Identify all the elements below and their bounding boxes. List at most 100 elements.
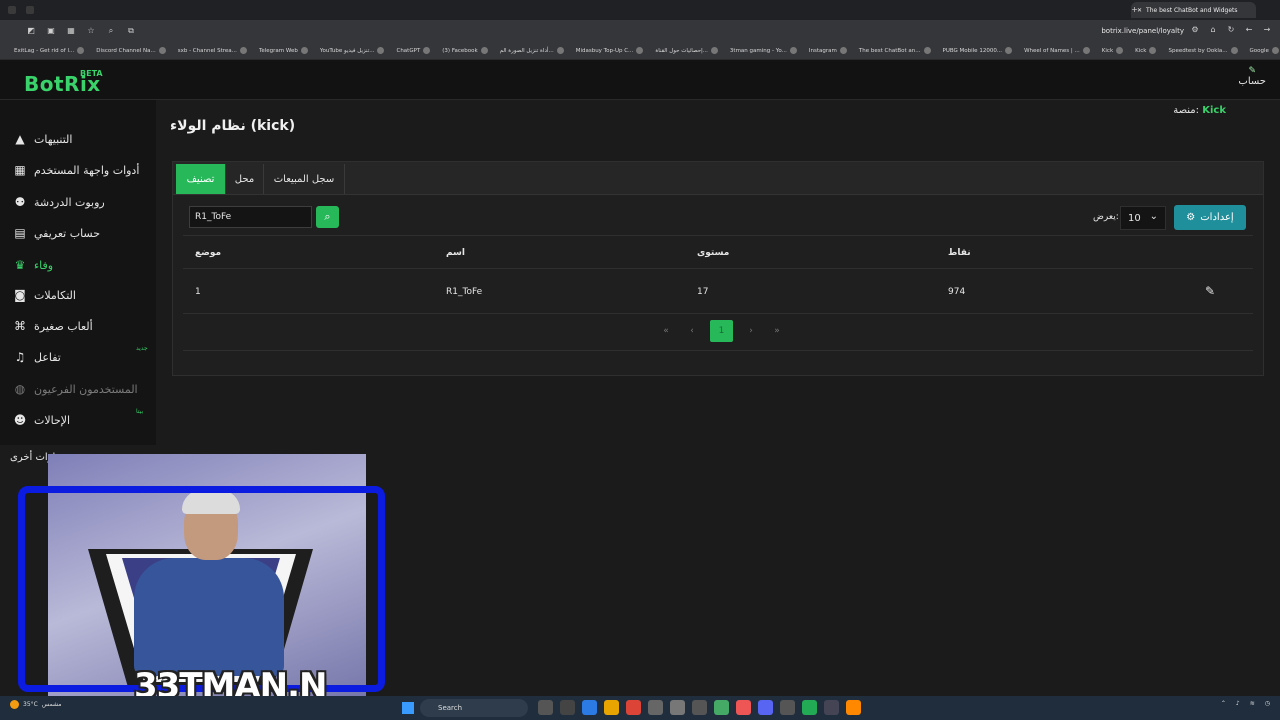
table-row: 1 R1_ToFe 17 974 ✎ bbox=[183, 269, 1253, 314]
tab-shop[interactable]: محل bbox=[226, 164, 264, 194]
app-icon[interactable] bbox=[692, 700, 707, 715]
prev-page-icon[interactable]: ‹ bbox=[684, 320, 700, 342]
new-tab-icon[interactable]: + bbox=[1131, 5, 1138, 14]
bookmark-item[interactable]: Midasbuy Top-Up C... bbox=[576, 47, 644, 54]
cast-icon[interactable]: ▣ bbox=[46, 26, 56, 36]
sidebar-item-loyalty[interactable]: ♛ وفاء bbox=[0, 251, 156, 279]
sidebar-item-subusers[interactable]: ◍ المستخدمون الفرعيون bbox=[0, 375, 156, 403]
bookmark-item[interactable]: Wheel of Names | ... bbox=[1024, 47, 1090, 54]
zoom-icon[interactable]: ⌕ bbox=[106, 26, 116, 36]
bookmark-favicon-icon bbox=[636, 47, 644, 54]
search-input[interactable] bbox=[189, 206, 312, 228]
network-icon[interactable]: ≋ bbox=[1250, 700, 1255, 707]
bookmark-item[interactable]: إحصائيات حول القناة... bbox=[655, 47, 718, 54]
chrome-icon[interactable] bbox=[626, 700, 641, 715]
sidebar-item-profile[interactable]: ▤ حساب تعريفي bbox=[0, 219, 156, 247]
tab-ranking[interactable]: تصنيف bbox=[176, 164, 226, 194]
window-icon[interactable] bbox=[8, 6, 16, 14]
current-page[interactable]: 1 bbox=[710, 320, 733, 342]
sidebar-item-alerts[interactable]: ▲ التنبيهات bbox=[0, 125, 156, 153]
sidebar-item-minigames[interactable]: ⌘ ألعاب صغيرة bbox=[0, 312, 156, 340]
chevron-up-icon[interactable]: ⌃ bbox=[1221, 700, 1226, 707]
taskbar-search[interactable]: Search bbox=[420, 699, 528, 717]
bookmark-favicon-icon bbox=[158, 47, 166, 54]
column-header-position[interactable]: موضع bbox=[195, 248, 221, 258]
next-page-icon[interactable]: › bbox=[743, 320, 759, 342]
vlc-icon[interactable] bbox=[846, 700, 861, 715]
bookmark-favicon-icon bbox=[710, 47, 718, 54]
bookmark-label: Instagram bbox=[808, 47, 837, 54]
sidebar-item-chatbot[interactable]: ⚉ روبوت الدردشة bbox=[0, 188, 156, 216]
last-page-icon[interactable]: » bbox=[769, 320, 785, 342]
sidebar-item-label: حساب تعريفي bbox=[34, 226, 101, 240]
url-field[interactable]: botrix.live/panel/loyalty bbox=[1101, 27, 1184, 35]
app-icon[interactable] bbox=[714, 700, 729, 715]
bookmark-favicon-icon bbox=[377, 47, 385, 54]
forward-icon[interactable]: → bbox=[1262, 25, 1272, 35]
bookmark-item[interactable]: Discord Channel Na... bbox=[96, 47, 166, 54]
extension-icon[interactable]: ▦ bbox=[66, 26, 76, 36]
search-label: Search bbox=[438, 704, 463, 712]
bookmark-item[interactable]: أداة تنزيل الصورة الم... bbox=[500, 47, 564, 54]
bookmark-item[interactable]: ExitLag - Get rid of l... bbox=[14, 47, 85, 54]
cell-position: 1 bbox=[195, 287, 201, 297]
bookmark-item[interactable]: Kick bbox=[1135, 47, 1157, 54]
app-icon[interactable] bbox=[736, 700, 751, 715]
bookmark-item[interactable]: PUBG Mobile 12000... bbox=[943, 47, 1013, 54]
app-icon[interactable] bbox=[670, 700, 685, 715]
bookmark-item[interactable]: Kick bbox=[1102, 47, 1124, 54]
webcam-overlay: 33TMAN.N bbox=[18, 454, 385, 720]
bookmark-item[interactable]: (3) Facebook bbox=[442, 47, 488, 54]
app-icon[interactable] bbox=[802, 700, 817, 715]
bookmark-item[interactable]: 3tman gaming - Yo... bbox=[730, 47, 797, 54]
volume-icon[interactable]: ♪ bbox=[1236, 700, 1240, 707]
extension-icon[interactable]: ◩ bbox=[26, 26, 36, 36]
bookmark-item[interactable]: Google bbox=[1250, 47, 1279, 54]
app-icon[interactable] bbox=[538, 700, 553, 715]
browser-tab[interactable]: ✕ The best ChatBot and Widgets bbox=[1131, 2, 1256, 18]
sidebar-item-referrals[interactable]: ☻ الإحالات بيتا bbox=[0, 406, 156, 434]
bookmark-item[interactable]: Telegram Web bbox=[259, 47, 308, 54]
app-header bbox=[0, 60, 1280, 100]
bookmark-item[interactable]: Speedtest by Ookla... bbox=[1168, 47, 1238, 54]
bookmark-item[interactable]: The best ChatBot an... bbox=[859, 47, 931, 54]
app-icon[interactable] bbox=[648, 700, 663, 715]
sidebar-item-widgets[interactable]: ▦ أدوات واجهة المستخدم bbox=[0, 156, 156, 184]
install-icon[interactable]: ⧉ bbox=[126, 26, 136, 36]
reload-icon[interactable]: ↻ bbox=[1226, 25, 1236, 35]
account-menu[interactable]: ✎ حساب bbox=[1238, 66, 1266, 87]
column-header-level[interactable]: مستوى bbox=[697, 248, 729, 258]
platform-selector[interactable]: منصة: Kick bbox=[1173, 105, 1226, 116]
page-size-select[interactable]: 10 ⌄ bbox=[1120, 206, 1166, 230]
edge-icon[interactable] bbox=[582, 700, 597, 715]
discord-icon[interactable] bbox=[758, 700, 773, 715]
settings-button[interactable]: ⚙ إعدادات bbox=[1174, 205, 1246, 230]
clock[interactable]: ◷ bbox=[1265, 700, 1270, 707]
edit-icon[interactable]: ✎ bbox=[1205, 284, 1215, 298]
bookmark-item[interactable]: Instagram bbox=[809, 47, 847, 54]
sidebar-item-integrations[interactable]: ◙ التكاملات bbox=[0, 281, 156, 309]
first-page-icon[interactable]: « bbox=[658, 320, 674, 342]
bookmark-item[interactable]: ChatGPT bbox=[396, 47, 431, 54]
app-icon[interactable] bbox=[560, 700, 575, 715]
windows-start-icon[interactable] bbox=[402, 702, 414, 714]
bookmark-item[interactable]: YouTube تنزيل فيديو... bbox=[320, 47, 385, 54]
folder-icon[interactable] bbox=[604, 700, 619, 715]
column-header-name[interactable]: اسم bbox=[446, 248, 465, 258]
bookmark-star-icon[interactable]: ☆ bbox=[86, 26, 96, 36]
bookmark-label: The best ChatBot an... bbox=[858, 47, 921, 54]
back-icon[interactable]: ← bbox=[1244, 25, 1254, 35]
tab-sales-log[interactable]: سجل المبيعات bbox=[264, 164, 345, 194]
bookmark-favicon-icon bbox=[77, 47, 85, 54]
app-icon[interactable] bbox=[780, 700, 795, 715]
app-icon[interactable] bbox=[824, 700, 839, 715]
sidebar-item-label: الإحالات bbox=[34, 413, 71, 427]
sidebar-item-interaction[interactable]: ♫ تفاعل جديد bbox=[0, 343, 156, 371]
bookmark-item[interactable]: sxb - Channel Strea... bbox=[178, 47, 247, 54]
history-icon[interactable] bbox=[26, 6, 34, 14]
weather-widget[interactable]: 35°C مشمس bbox=[10, 700, 62, 709]
column-header-points[interactable]: نقاط bbox=[948, 248, 971, 258]
tune-icon[interactable]: ⚙ bbox=[1190, 25, 1200, 35]
search-button[interactable]: ⌕ bbox=[316, 206, 339, 228]
home-icon[interactable]: ⌂ bbox=[1208, 25, 1218, 35]
